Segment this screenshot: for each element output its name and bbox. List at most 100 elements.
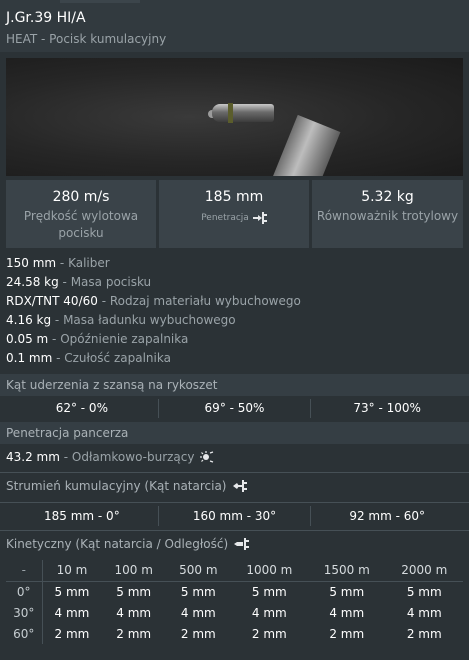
stat-penetration: 185 mm Penetracja — [159, 180, 309, 248]
jet-angle: - 60° — [391, 509, 426, 523]
info-desc: - Opóźnienie zapalnika — [48, 332, 189, 346]
armor-title: Penetracja pancerza — [6, 426, 129, 440]
kinetic-value: 5 mm — [308, 581, 386, 602]
kinetic-value: 4 mm — [166, 602, 231, 623]
stat-value: 280 m/s — [52, 189, 110, 205]
divider — [0, 530, 469, 531]
jet-cell: 160 mm - 30° — [159, 506, 312, 526]
jet-title-line: Strumień kumulacyjny (Kąt natarcia) — [6, 479, 247, 493]
ricochet-title: Kąt uderzenia z szansą na rykoszet — [6, 378, 218, 392]
kinetic-distance: 500 m — [166, 560, 231, 582]
info-desc: - Czułość zapalnika — [52, 351, 171, 365]
info-desc: - Masa pocisku — [58, 275, 152, 289]
info-fuse-delay: 0.05 m - Opóźnienie zapalnika — [6, 332, 188, 346]
kinetic-value: 4 mm — [308, 602, 386, 623]
he-desc: - Odłamkowo-burzący — [59, 450, 195, 464]
kinetic-value: 4 mm — [101, 602, 167, 623]
info-explosive-type: RDX/TNT 40/60 - Rodzaj materiału wybucho… — [6, 294, 301, 308]
kinetic-corner: - — [6, 560, 43, 582]
heat-jet-icon — [232, 480, 247, 492]
kinetic-title-line: Kinetyczny (Kąt natarcia / Odległość) — [6, 537, 250, 551]
jet-value: 160 mm — [192, 509, 243, 523]
jet-row: 185 mm - 0° 160 mm - 30° 92 mm - 60° — [6, 506, 463, 526]
kinetic-value: 5 mm — [166, 581, 231, 602]
kinetic-value: 4 mm — [230, 602, 309, 623]
shell-body-illustration — [212, 104, 274, 122]
ricochet-row: 62° - 0% 69° - 50% 73° - 100% — [6, 399, 463, 418]
kinetic-angle: 0° — [6, 581, 43, 602]
armor-section-header: Penetracja pancerza — [0, 422, 469, 444]
jet-angle: - 0° — [94, 509, 120, 523]
info-caliber: 150 mm - Kaliber — [6, 256, 110, 270]
kinetic-value: 2 mm — [385, 623, 463, 644]
kinetic-header-row: - 10 m 100 m 500 m 1000 m 1500 m 2000 m — [6, 560, 463, 582]
info-value: 24.58 kg — [6, 275, 59, 289]
kinetic-angle: 60° — [6, 623, 43, 644]
info-explosive-mass: 4.16 kg - Masa ładunku wybuchowego — [6, 313, 236, 327]
jet-cell: 185 mm - 0° — [6, 506, 159, 526]
kinetic-value: 2 mm — [230, 623, 309, 644]
kinetic-value: 2 mm — [166, 623, 231, 644]
shell-preview-image — [6, 58, 463, 176]
stat-value: 185 mm — [204, 189, 264, 205]
kinetic-row: 30° 4 mm 4 mm 4 mm 4 mm 4 mm 4 mm — [6, 602, 463, 623]
shell-band-illustration — [228, 103, 233, 123]
info-desc: - Kaliber — [56, 256, 110, 270]
stat-value: 5.32 kg — [361, 189, 414, 205]
ricochet-cell: 69° - 50% — [159, 399, 312, 418]
shell-subtitle: HEAT - Pocisk kumulacyjny — [6, 32, 167, 46]
shell-title: J.Gr.39 HI/A — [6, 10, 86, 26]
jet-title: Strumień kumulacyjny (Kąt natarcia) — [6, 479, 227, 493]
jet-cell: 92 mm - 60° — [311, 506, 463, 526]
stat-label: Penetracja — [201, 213, 249, 223]
kinetic-shell-icon — [234, 538, 250, 550]
kinetic-distance: 10 m — [42, 560, 102, 582]
ricochet-section-header: Kąt uderzenia z szansą na rykoszet — [0, 374, 469, 396]
info-fuse-sensitivity: 0.1 mm - Czułość zapalnika — [6, 351, 171, 365]
kinetic-value: 4 mm — [42, 602, 102, 623]
stat-label: Równoważnik trotylowy — [316, 209, 459, 223]
jet-value: 185 mm — [43, 509, 95, 523]
stat-tnt-equivalent: 5.32 kg Równoważnik trotylowy — [312, 180, 463, 248]
he-value: 43.2 mm — [6, 450, 60, 464]
kinetic-title: Kinetyczny (Kąt natarcia / Odległość) — [6, 537, 229, 551]
divider — [0, 472, 469, 473]
kinetic-value: 2 mm — [101, 623, 167, 644]
kinetic-value: 5 mm — [230, 581, 309, 602]
info-value: 150 mm — [6, 256, 57, 270]
he-penetration-line: 43.2 mm - Odłamkowo-burzący — [6, 450, 214, 464]
info-desc: - Masa ładunku wybuchowego — [51, 313, 236, 327]
info-mass: 24.58 kg - Masa pocisku — [6, 275, 151, 289]
kinetic-table: - 10 m 100 m 500 m 1000 m 1500 m 2000 m … — [6, 560, 463, 644]
info-value: 4.16 kg — [6, 313, 52, 327]
penetration-label-group: Penetracja — [201, 212, 267, 224]
kinetic-value: 5 mm — [101, 581, 167, 602]
kinetic-distance: 1500 m — [308, 560, 386, 582]
stat-muzzle-velocity: 280 m/s Prędkość wylotowa pocisku — [6, 180, 156, 248]
kinetic-angle: 30° — [6, 602, 43, 623]
kinetic-value: 4 mm — [385, 602, 463, 623]
he-burst-icon — [200, 451, 214, 463]
jet-value: 92 mm — [349, 509, 392, 523]
kinetic-value: 5 mm — [385, 581, 463, 602]
tooltip-header: J.Gr.39 HI/A HEAT - Pocisk kumulacyjny — [0, 0, 469, 52]
kinetic-row: 60° 2 mm 2 mm 2 mm 2 mm 2 mm 2 mm — [6, 623, 463, 644]
info-value: 0.05 m — [6, 332, 49, 346]
penetration-icon — [252, 212, 267, 224]
ricochet-cell: 73° - 100% — [353, 401, 421, 415]
kinetic-value: 5 mm — [42, 581, 102, 602]
kinetic-value: 2 mm — [308, 623, 386, 644]
divider — [0, 502, 469, 503]
info-value: RDX/TNT 40/60 — [6, 294, 98, 308]
kinetic-distance: 1000 m — [230, 560, 309, 582]
kinetic-distance: 2000 m — [385, 560, 463, 582]
kinetic-distance: 100 m — [101, 560, 167, 582]
info-value: 0.1 mm — [6, 351, 53, 365]
jet-angle: - 30° — [242, 509, 277, 523]
kinetic-value: 2 mm — [42, 623, 102, 644]
ricochet-cell: 62° - 0% — [6, 399, 159, 418]
top-sliver — [60, 0, 140, 3]
kinetic-row: 0° 5 mm 5 mm 5 mm 5 mm 5 mm 5 mm — [6, 581, 463, 602]
stat-label: Prędkość wylotowa pocisku — [23, 209, 139, 240]
info-desc: - Rodzaj materiału wybuchowego — [97, 294, 301, 308]
